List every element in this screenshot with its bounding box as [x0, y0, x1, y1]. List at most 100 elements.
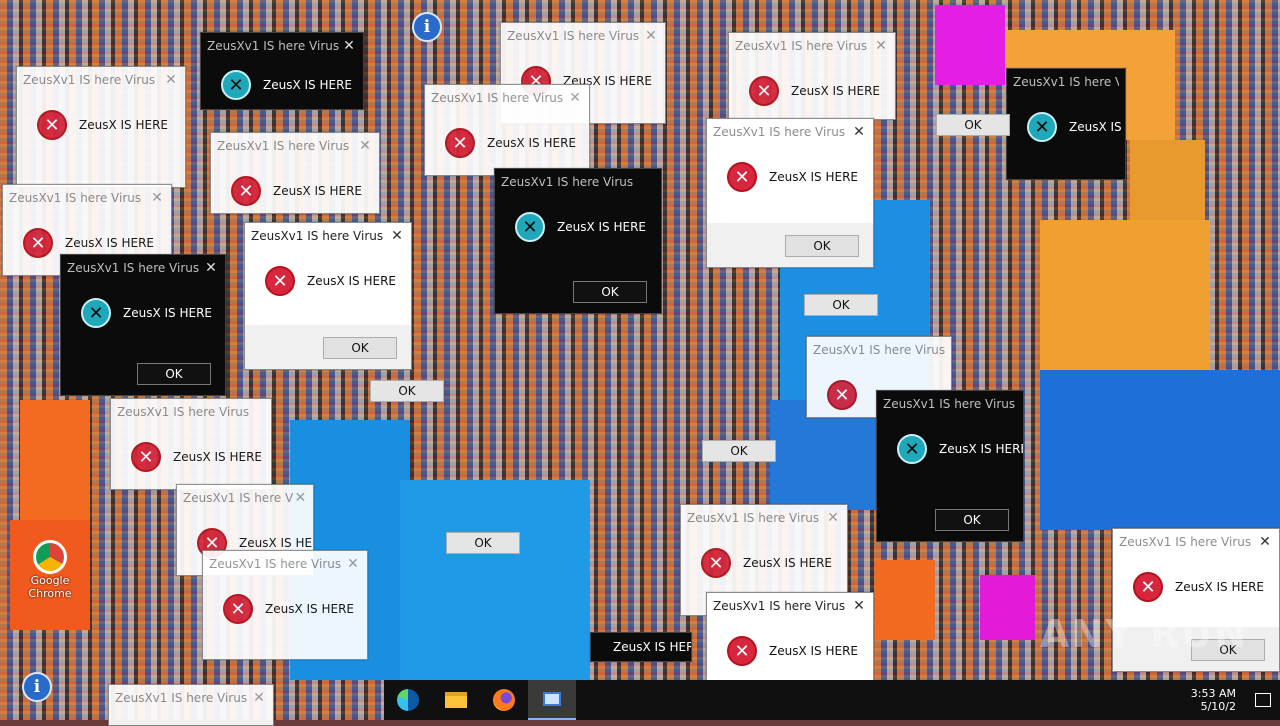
close-icon[interactable]: ✕ — [825, 511, 841, 525]
dialog-message: ZeusX IS HERE — [487, 136, 576, 150]
error-icon: ✕ — [1027, 112, 1057, 142]
anyrun-watermark: ANY RUN — [1040, 612, 1248, 656]
ok-button[interactable]: OK — [323, 337, 397, 359]
error-dialog-front: ZeusXv1 IS here Virus ✕ ✕ ZeusX IS HERE OK — [244, 222, 412, 370]
error-icon: ✕ — [827, 380, 857, 410]
error-icon: ✕ — [1133, 572, 1163, 602]
dialog-title: ZeusXv1 IS here Virus — [115, 691, 248, 705]
error-icon: ✕ — [131, 442, 161, 472]
ok-button[interactable]: OK — [785, 235, 859, 257]
chrome-desktop-shortcut[interactable]: Google Chrome — [20, 540, 80, 600]
dialog-message: ZeusX IS HERE — [265, 602, 354, 616]
ok-button[interactable]: OK — [370, 380, 444, 402]
close-icon[interactable]: ✕ — [341, 39, 357, 53]
dialog-title: ZeusXv1 IS here Virus — [713, 599, 846, 613]
close-icon[interactable]: ✕ — [294, 491, 307, 505]
edge-icon[interactable] — [384, 680, 432, 720]
close-icon[interactable]: ✕ — [1257, 535, 1273, 549]
dialog-title: ZeusXv1 IS here Virus — [183, 491, 294, 505]
dialog-title: ZeusXv1 IS here Virus — [67, 261, 200, 275]
error-dialog: ZeusXv1 IS here Virus✕ ✕ZeusX IS HERE — [424, 84, 590, 176]
close-icon[interactable]: ✕ — [149, 191, 165, 205]
dialog-message: ZeusX IS HERE — [769, 644, 858, 658]
dialog-title: ZeusXv1 IS here Virus — [207, 39, 340, 53]
close-icon[interactable]: ✕ — [873, 39, 889, 53]
close-icon[interactable]: ✕ — [203, 261, 219, 275]
error-icon: ✕ — [223, 594, 253, 624]
notification-icon[interactable] — [1246, 680, 1280, 720]
dialog-footer: OK — [877, 497, 1023, 541]
dialog-message: ZeusX IS HERE — [65, 236, 154, 250]
ok-button[interactable]: OK — [573, 281, 647, 303]
error-dialog-dark: ZeusXv1 IS here Virus ✕ ✕ ZeusX IS HERE OK — [60, 254, 226, 396]
chrome-icon — [33, 540, 67, 574]
dialog-title: ZeusXv1 IS here Virus — [1119, 535, 1252, 549]
error-dialog: ZeusXv1 IS here Virus✕ ✕ZeusX IS HERE — [16, 66, 186, 188]
file-explorer-icon[interactable] — [432, 680, 480, 720]
glitch-block — [1040, 220, 1210, 370]
glitch-block — [980, 575, 1035, 640]
dialog-title: ZeusXv1 IS here Virus — [217, 139, 350, 153]
dialog-footer: OK — [61, 351, 225, 395]
dialog-title: ZeusXv1 IS here Virus — [687, 511, 820, 525]
close-icon[interactable]: ✕ — [643, 29, 659, 43]
glitch-block — [935, 5, 1005, 85]
close-icon[interactable]: ✕ — [851, 599, 867, 613]
close-icon[interactable]: ✕ — [389, 229, 405, 243]
dialog-message: ZeusX IS HERE — [263, 78, 352, 92]
dialog-message: ZeusX IS HERE — [1069, 120, 1125, 134]
dialog-title: ZeusXv1 IS here Virus — [813, 343, 945, 357]
error-icon: ✕ — [265, 266, 295, 296]
dialog-title: ZeusXv1 IS here Virus — [9, 191, 142, 205]
close-icon[interactable]: ✕ — [251, 691, 267, 705]
error-icon: ✕ — [749, 76, 779, 106]
error-icon: ✕ — [445, 128, 475, 158]
error-dialog-dark: ZeusXv1 IS here Virus ✕ ZeusX IS HERE — [1006, 68, 1126, 180]
dialog-footer: OK — [707, 223, 873, 267]
dialog-title: ZeusXv1 IS here Virus — [251, 229, 384, 243]
dialog-title: ZeusXv1 IS here Virus — [209, 557, 342, 571]
error-icon: ✕ — [23, 228, 53, 258]
glitch-block — [20, 400, 90, 530]
error-dialog: ZeusXv1 IS here Virus ✕ ✕ ZeusX IS HERE OK — [706, 118, 874, 268]
glitch-block — [1040, 370, 1280, 530]
ok-button[interactable]: OK — [137, 363, 211, 385]
error-icon: ✕ — [727, 162, 757, 192]
glitch-block — [400, 480, 590, 680]
close-icon[interactable]: ✕ — [345, 557, 361, 571]
error-icon: ✕ — [221, 70, 251, 100]
system-tray: 3:53 AM 5/10/2 — [1066, 680, 1280, 720]
dialog-title: ZeusXv1 IS here Virus — [117, 405, 250, 419]
error-dialog-dark: ZeusXv1 IS here Virus ✕ ZeusX IS HERE OK — [876, 390, 1024, 542]
close-icon[interactable]: ✕ — [851, 125, 867, 139]
close-icon[interactable]: ✕ — [567, 91, 583, 105]
error-dialog: ZeusXv1 IS here Virus✕ ✕ZeusX IS HERE — [210, 132, 380, 214]
glitch-block — [1130, 140, 1205, 220]
info-icon: i — [412, 12, 442, 42]
dialog-message: ZeusX IS HERE — [239, 536, 313, 550]
dialog-title: ZeusXv1 IS here Virus — [713, 125, 846, 139]
dialog-message: ZeusX IS HERE — [307, 274, 396, 288]
dialog-message: ZeusX IS HERE — [743, 556, 832, 570]
clock[interactable]: 3:53 AM 5/10/2 — [1066, 687, 1246, 713]
error-dialog-dark: ZeusX IS HERE — [590, 632, 692, 662]
dialog-footer: OK — [495, 269, 661, 313]
error-icon: ✕ — [515, 212, 545, 242]
dialog-message: ZeusX IS HERE — [557, 220, 646, 234]
dialog-message: ZeusX IS HERE — [613, 640, 691, 654]
ok-button[interactable]: OK — [446, 532, 520, 554]
error-icon: ✕ — [81, 298, 111, 328]
zeusx-app-icon[interactable] — [528, 680, 576, 720]
ok-button[interactable]: OK — [702, 440, 776, 462]
error-dialog-dark: ZeusXv1 IS here Virus ✕ ZeusX IS HERE OK — [494, 168, 662, 314]
close-icon[interactable]: ✕ — [357, 139, 373, 153]
error-dialog: ZeusXv1 IS here Virus✕ ✕ZeusX IS HERE — [202, 550, 368, 660]
taskbar — [384, 680, 1066, 720]
ok-button[interactable]: OK — [936, 114, 1010, 136]
dialog-message: ZeusX IS HERE — [79, 118, 168, 132]
firefox-icon[interactable] — [480, 680, 528, 720]
ok-button[interactable]: OK — [804, 294, 878, 316]
ok-button[interactable]: OK — [935, 509, 1009, 531]
dialog-title: ZeusXv1 IS here Virus — [23, 73, 156, 87]
close-icon[interactable]: ✕ — [163, 73, 179, 87]
